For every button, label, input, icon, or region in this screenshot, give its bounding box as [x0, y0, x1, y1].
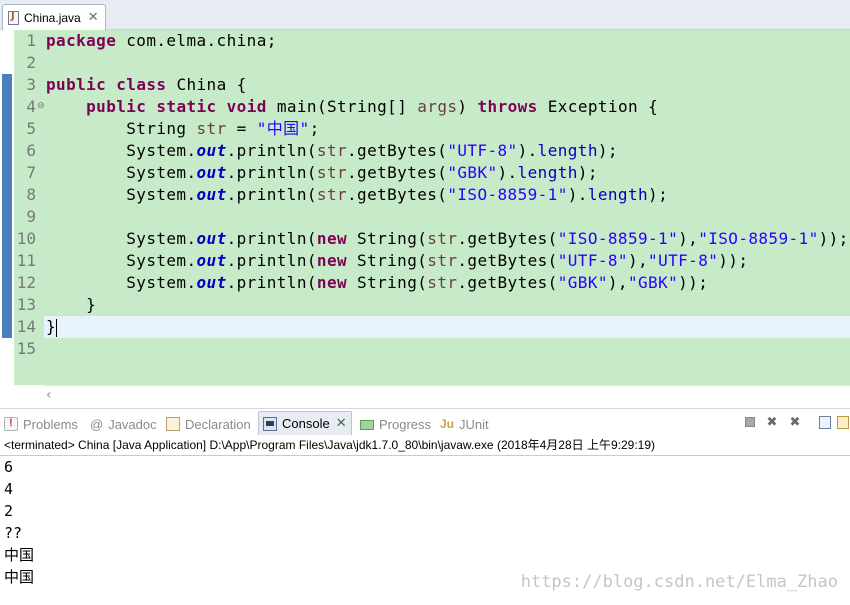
console-process-label: <terminated> China [Java Application] D:…: [0, 436, 850, 456]
line-number: 9: [26, 207, 36, 226]
bottom-view-tab-bar: Problems @ Javadoc Declaration Console ✕…: [0, 408, 850, 436]
tab-label: JUnit: [459, 416, 489, 432]
code-line: }: [46, 295, 97, 314]
stop-icon: [745, 417, 755, 427]
code-editor[interactable]: 1 2 3 4 5 6 7 8 9 10 11 12 13 14 15 ⊖ pa…: [0, 30, 850, 408]
console-output-line: 中国: [4, 568, 35, 586]
left-ruler: [0, 30, 14, 408]
code-line: }: [46, 317, 58, 337]
line-number: 1: [26, 31, 36, 50]
line-number: 12: [16, 273, 36, 292]
tab-label: Declaration: [185, 416, 251, 432]
line-number: 5: [26, 119, 36, 138]
tab-label: Problems: [23, 416, 78, 432]
console-output-line: 中国: [4, 546, 35, 564]
close-icon[interactable]: ✕: [88, 10, 99, 25]
line-number: 7: [26, 163, 36, 182]
code-line: System.out.println(str.getBytes("UTF-8")…: [46, 141, 618, 160]
remove-all-icon: ✖: [789, 414, 801, 430]
line-number: 14: [16, 317, 36, 336]
console-icon: [263, 416, 277, 431]
editor-tab-label: China.java: [24, 10, 81, 25]
line-number: 3: [26, 75, 36, 94]
tab-problems[interactable]: Problems: [4, 414, 78, 434]
progress-icon: [360, 420, 374, 430]
clear-console-icon: [819, 415, 831, 429]
code-line: System.out.println(str.getBytes("GBK").l…: [46, 163, 598, 182]
console-output-line: 4: [4, 480, 14, 498]
line-number: 4: [26, 97, 36, 116]
junit-icon: Ju: [440, 417, 455, 431]
terminate-button[interactable]: [743, 415, 757, 429]
line-number: 11: [16, 251, 36, 270]
problems-icon: [4, 417, 18, 431]
remove-icon: ✖: [766, 414, 778, 430]
line-number: 10: [16, 229, 36, 248]
tab-label: Javadoc: [108, 416, 157, 432]
java-file-icon: [8, 10, 19, 25]
tab-junit[interactable]: Ju JUnit: [440, 414, 489, 434]
declaration-icon: [166, 417, 180, 431]
line-number: 13: [16, 295, 36, 314]
line-number: 2: [26, 53, 36, 72]
line-number: 8: [26, 185, 36, 204]
console-output-line: 2: [4, 502, 14, 520]
console-output-line: 6: [4, 458, 14, 476]
close-icon[interactable]: ✕: [336, 416, 347, 431]
watermark: https://blog.csdn.net/Elma_Zhao: [520, 572, 838, 592]
fold-collapse-icon[interactable]: ⊖: [37, 101, 45, 111]
editor-tab-bar: China.java ✕: [0, 0, 850, 30]
clear-console-button[interactable]: [818, 415, 832, 429]
at-sign-icon: @: [90, 417, 104, 432]
remove-launch-button[interactable]: ✖: [765, 414, 779, 430]
scroll-left-arrow-icon[interactable]: ‹: [46, 387, 52, 403]
tab-console[interactable]: Console ✕: [258, 411, 352, 435]
code-line: System.out.println(new String(str.getByt…: [46, 251, 749, 270]
code-line: System.out.println(new String(str.getByt…: [46, 229, 849, 248]
change-marker-bar: [2, 74, 12, 338]
scroll-lock-button[interactable]: [836, 415, 850, 429]
code-line: System.out.println(str.getBytes("ISO-885…: [46, 185, 669, 204]
horizontal-scrollbar[interactable]: ‹: [44, 385, 850, 408]
tab-progress[interactable]: Progress: [360, 414, 431, 434]
text-caret: [56, 318, 58, 337]
scroll-lock-icon: [837, 415, 849, 429]
code-line: package com.elma.china;: [46, 31, 277, 50]
current-line-highlight: [44, 316, 850, 338]
remove-all-terminated-button[interactable]: ✖: [788, 414, 802, 430]
code-line: String str = "中国";: [46, 119, 320, 138]
console-output-line: ??: [4, 524, 23, 542]
line-number-gutter: 1 2 3 4 5 6 7 8 9 10 11 12 13 14 15 ⊖: [14, 30, 45, 385]
tab-declaration[interactable]: Declaration: [166, 414, 251, 434]
editor-tab-china-java[interactable]: China.java ✕: [2, 4, 106, 30]
line-number: 6: [26, 141, 36, 160]
code-line: public class China {: [46, 75, 247, 94]
tab-label: Progress: [379, 416, 432, 432]
line-number: 15: [16, 339, 36, 358]
code-line: public static void main(String[] args) t…: [86, 97, 659, 116]
tab-javadoc[interactable]: @ Javadoc: [90, 414, 157, 434]
tab-label: Console: [282, 416, 330, 431]
code-line: System.out.println(new String(str.getByt…: [46, 273, 709, 292]
